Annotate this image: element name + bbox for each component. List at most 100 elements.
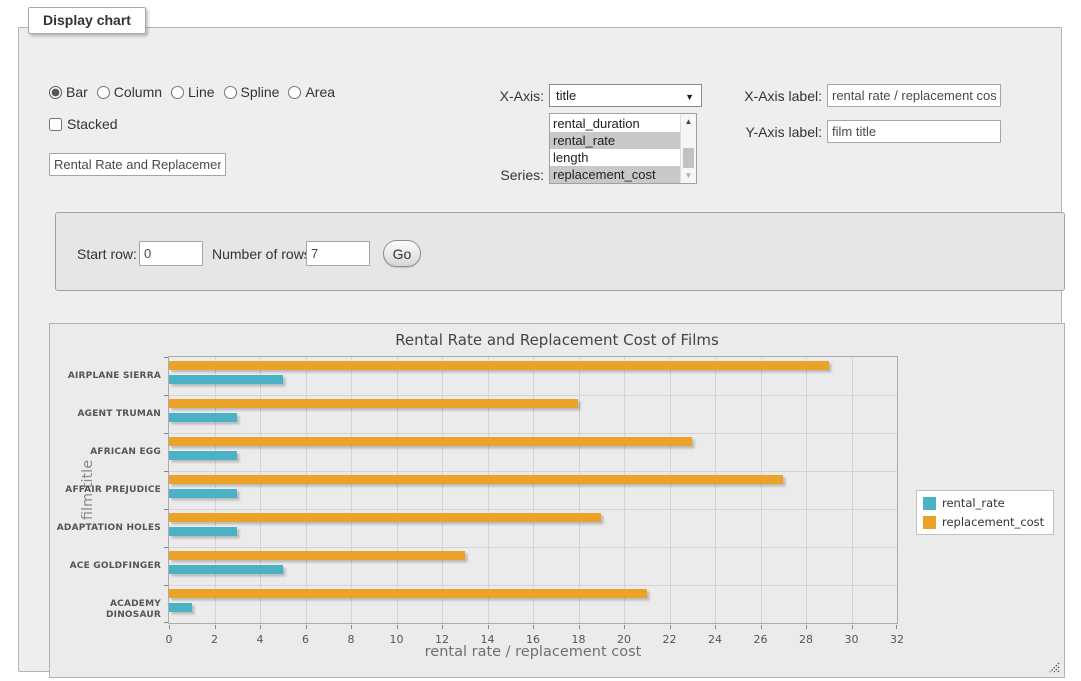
chart-plot-area: AIRPLANE SIERRAAGENT TRUMANAFRICAN EGGAF…	[168, 356, 898, 624]
series-option-rental-duration[interactable]: rental_duration	[550, 115, 680, 132]
chart-type-radio-group: Bar Column Line Spline Area	[49, 84, 344, 100]
y-tick-mark	[164, 357, 168, 358]
radio-area-input[interactable]	[288, 86, 301, 99]
x-tick-mark	[579, 625, 580, 629]
gridline-vertical	[260, 357, 261, 623]
x-tick-mark	[397, 625, 398, 629]
y-tick-mark	[164, 547, 168, 548]
y-tick-mark	[164, 585, 168, 586]
x-tick-mark	[169, 625, 170, 629]
start-row-input[interactable]	[139, 241, 203, 266]
y-tick-label: AIRPLANE SIERRA	[55, 371, 161, 382]
x-tick-mark	[761, 625, 762, 629]
legend-swatch-icon	[923, 516, 936, 529]
x-tick-mark	[442, 625, 443, 629]
y-tick-label: AFRICAN EGG	[55, 447, 161, 458]
x-axis-label-input[interactable]	[827, 84, 1001, 107]
scrollbar-up-icon[interactable]: ▲	[682, 115, 695, 128]
scrollbar-thumb[interactable]	[683, 148, 694, 168]
radio-bar-input[interactable]	[49, 86, 62, 99]
radio-column-label: Column	[114, 84, 162, 100]
bar-rental_rate	[169, 565, 283, 574]
y-tick-mark	[164, 433, 168, 434]
bar-rental_rate	[169, 489, 237, 498]
x-tick-mark	[215, 625, 216, 629]
number-of-rows-label: Number of rows:	[212, 246, 315, 262]
gridline-vertical	[670, 357, 671, 623]
gridline-horizontal	[169, 547, 897, 548]
resize-handle-icon[interactable]	[1048, 661, 1060, 673]
gridline-vertical	[488, 357, 489, 623]
x-tick-mark	[488, 625, 489, 629]
x-axis-selected-value: title	[556, 88, 576, 103]
y-tick-mark	[164, 471, 168, 472]
x-tick-mark	[260, 625, 261, 629]
radio-spline-input[interactable]	[224, 86, 237, 99]
bar-rental_rate	[169, 413, 237, 422]
bar-replacement_cost	[169, 475, 783, 484]
radio-bar[interactable]: Bar	[49, 84, 88, 100]
series-option-replacement-cost[interactable]: replacement_cost	[550, 166, 680, 183]
y-tick-label: AGENT TRUMAN	[55, 409, 161, 420]
bar-rental_rate	[169, 527, 237, 536]
series-listbox-label: Series:	[464, 167, 544, 183]
x-tick-mark	[806, 625, 807, 629]
bar-replacement_cost	[169, 437, 692, 446]
gridline-vertical	[306, 357, 307, 623]
y-tick-mark	[164, 395, 168, 396]
row-range-panel: Start row: Number of rows: Go	[55, 212, 1065, 291]
x-tick-mark	[670, 625, 671, 629]
gridline-vertical	[852, 357, 853, 623]
radio-column[interactable]: Column	[97, 84, 162, 100]
bar-rental_rate	[169, 451, 237, 460]
stacked-checkbox-row[interactable]: Stacked	[49, 116, 118, 132]
gridline-horizontal	[169, 395, 897, 396]
gridline-horizontal	[169, 471, 897, 472]
start-row-label: Start row:	[77, 246, 137, 262]
y-axis-label-input[interactable]	[827, 120, 1001, 143]
stacked-checkbox[interactable]	[49, 118, 62, 131]
chart-title-input[interactable]	[49, 153, 226, 176]
radio-spline-label: Spline	[241, 84, 280, 100]
y-tick-label: ACADEMY DINOSAUR	[55, 599, 161, 621]
fieldset-legend: Display chart	[28, 7, 146, 34]
listbox-scrollbar[interactable]: ▲ ▼	[680, 114, 696, 183]
gridline-horizontal	[169, 509, 897, 510]
gridline-vertical	[533, 357, 534, 623]
radio-line-label: Line	[188, 84, 214, 100]
x-tick-mark	[624, 625, 625, 629]
bar-replacement_cost	[169, 399, 578, 408]
gridline-vertical	[715, 357, 716, 623]
series-listbox[interactable]: rental_duration rental_rate length repla…	[549, 113, 697, 184]
bar-replacement_cost	[169, 361, 829, 370]
select-dropdown-arrow-icon: ▼	[685, 92, 694, 102]
chart-legend: rental_rate replacement_cost	[916, 490, 1054, 535]
series-option-length[interactable]: length	[550, 149, 680, 166]
number-of-rows-input[interactable]	[306, 241, 370, 266]
radio-bar-label: Bar	[66, 84, 88, 100]
x-axis-label-caption: X-Axis label:	[732, 88, 822, 104]
y-tick-label: ADAPTATION HOLES	[55, 523, 161, 534]
x-tick-mark	[351, 625, 352, 629]
y-tick-mark	[164, 509, 168, 510]
x-axis-select[interactable]: title ▼	[549, 84, 702, 107]
series-options: rental_duration rental_rate length repla…	[550, 114, 680, 183]
gridline-horizontal	[169, 585, 897, 586]
legend-entry-replacement_cost: replacement_cost	[923, 515, 1044, 529]
series-option-rental-rate[interactable]: rental_rate	[550, 132, 680, 149]
radio-spline[interactable]: Spline	[224, 84, 280, 100]
scrollbar-down-icon[interactable]: ▼	[682, 169, 695, 182]
display-chart-fieldset: Bar Column Line Spline Area Stacked	[18, 27, 1062, 672]
gridline-vertical	[351, 357, 352, 623]
legend-entry-rental_rate: rental_rate	[923, 496, 1044, 510]
chart-x-axis-title: rental rate / replacement cost	[168, 644, 898, 660]
radio-area-label: Area	[305, 84, 335, 100]
bar-rental_rate	[169, 603, 192, 612]
x-tick-mark	[852, 625, 853, 629]
radio-area[interactable]: Area	[288, 84, 335, 100]
radio-line-input[interactable]	[171, 86, 184, 99]
bar-replacement_cost	[169, 513, 601, 522]
radio-line[interactable]: Line	[171, 84, 214, 100]
go-button[interactable]: Go	[383, 240, 421, 267]
radio-column-input[interactable]	[97, 86, 110, 99]
